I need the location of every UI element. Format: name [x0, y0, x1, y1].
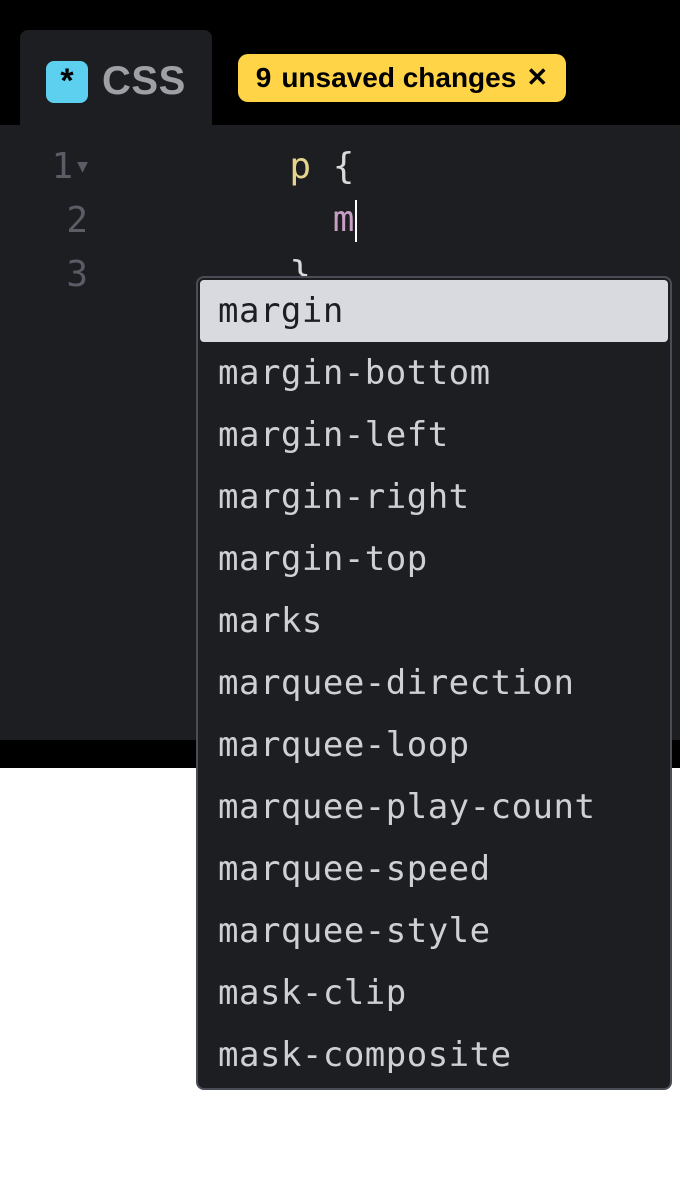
- unsaved-text: unsaved changes: [281, 62, 516, 94]
- autocomplete-popup[interactable]: marginmargin-bottommargin-leftmargin-rig…: [196, 276, 672, 1090]
- autocomplete-item[interactable]: margin-bottom: [200, 342, 668, 404]
- line-number: 1 ▼: [0, 146, 96, 187]
- line-number: 3: [0, 254, 96, 295]
- autocomplete-item[interactable]: marquee-speed: [200, 838, 668, 900]
- unsaved-count: 9: [256, 62, 272, 94]
- autocomplete-item[interactable]: marks: [200, 590, 668, 652]
- tab-icon-glyph: *: [60, 62, 73, 101]
- autocomplete-item[interactable]: marquee-direction: [200, 652, 668, 714]
- top-bar: [0, 0, 680, 30]
- autocomplete-item[interactable]: margin-top: [200, 528, 668, 590]
- unsaved-changes-badge[interactable]: 9 unsaved changes ✕: [238, 54, 566, 102]
- code-editor[interactable]: 1 ▼ p { 2 m 3 }: [0, 125, 680, 301]
- autocomplete-item[interactable]: margin: [200, 280, 668, 342]
- close-icon[interactable]: ✕: [526, 62, 548, 93]
- autocomplete-item[interactable]: margin-right: [200, 466, 668, 528]
- autocomplete-item[interactable]: marquee-style: [200, 900, 668, 962]
- autocomplete-item[interactable]: margin-left: [200, 404, 668, 466]
- asterisk-icon: *: [46, 61, 88, 103]
- line-number: 2: [0, 200, 96, 241]
- autocomplete-item[interactable]: marquee-play-count: [200, 776, 668, 838]
- chevron-down-icon[interactable]: ▼: [77, 156, 88, 177]
- autocomplete-item[interactable]: mask-composite: [200, 1024, 668, 1086]
- autocomplete-item[interactable]: mask-clip: [200, 962, 668, 1024]
- tab-label: CSS: [102, 59, 186, 104]
- autocomplete-item[interactable]: marquee-loop: [200, 714, 668, 776]
- css-property-partial: m: [333, 199, 355, 240]
- text-cursor: [355, 200, 357, 242]
